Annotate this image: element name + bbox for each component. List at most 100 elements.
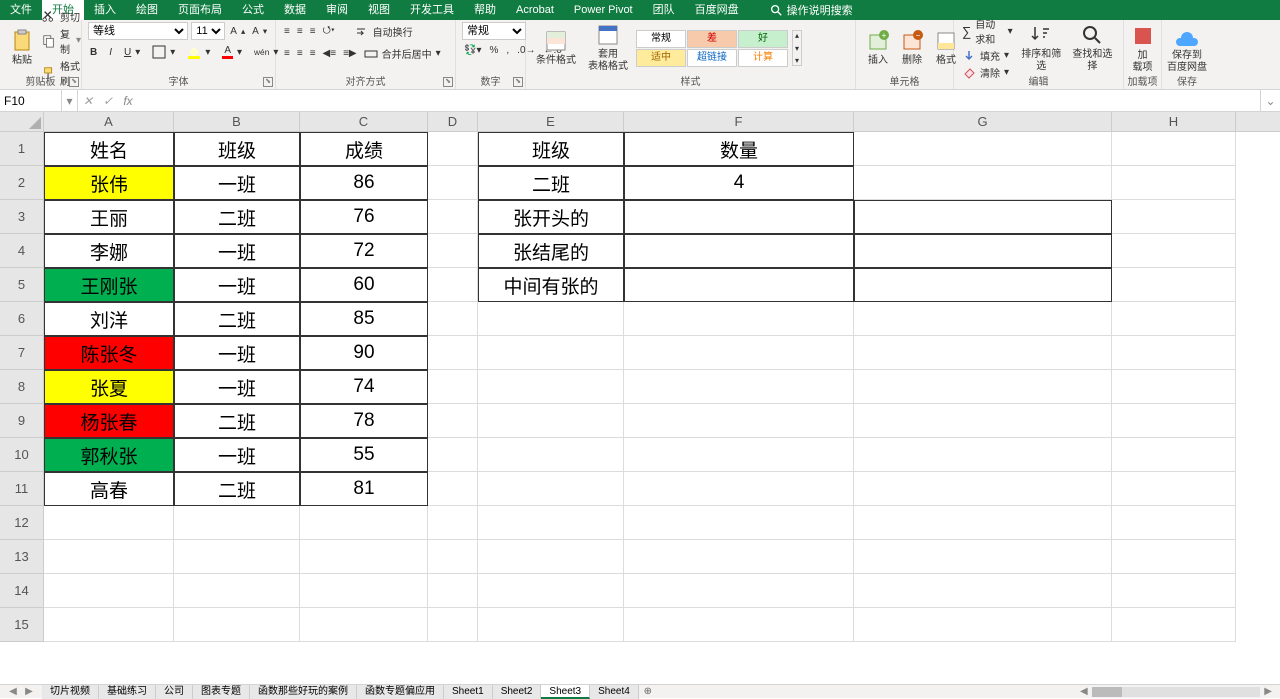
- cell-H3[interactable]: [1112, 200, 1236, 234]
- cell-G11[interactable]: [854, 472, 1112, 506]
- cell-C2[interactable]: 86: [300, 166, 428, 200]
- ribbon-tab-6[interactable]: 数据: [274, 0, 316, 20]
- cell-D5[interactable]: [428, 268, 478, 302]
- ribbon-tab-3[interactable]: 绘图: [126, 0, 168, 20]
- sheet-tab-0[interactable]: 切片视频: [42, 685, 99, 699]
- col-header-F[interactable]: F: [624, 112, 854, 132]
- cell-F8[interactable]: [624, 370, 854, 404]
- cell-H6[interactable]: [1112, 302, 1236, 336]
- cell-G10[interactable]: [854, 438, 1112, 472]
- align-bottom-button[interactable]: ≡: [308, 25, 318, 38]
- cell-H5[interactable]: [1112, 268, 1236, 302]
- sort-filter-button[interactable]: 排序和筛选: [1017, 21, 1066, 75]
- cell-G12[interactable]: [854, 506, 1112, 540]
- sheet-tab-1[interactable]: 基础练习: [99, 685, 156, 699]
- cell-E5[interactable]: 中间有张的: [478, 268, 624, 302]
- cell-G4[interactable]: [854, 234, 1112, 268]
- row-header-2[interactable]: 2: [0, 166, 43, 200]
- cell-F12[interactable]: [624, 506, 854, 540]
- hscroll-thumb[interactable]: [1092, 687, 1122, 697]
- select-all-corner[interactable]: [0, 112, 44, 132]
- row-header-6[interactable]: 6: [0, 302, 43, 336]
- ribbon-tab-9[interactable]: 开发工具: [400, 0, 464, 20]
- cell-G15[interactable]: [854, 608, 1112, 642]
- accounting-button[interactable]: 💱▾: [462, 44, 483, 57]
- worksheet-grid[interactable]: ABCDEFGH 123456789101112131415 姓名班级成绩班级数…: [0, 112, 1280, 684]
- cell-C15[interactable]: [300, 608, 428, 642]
- cell-A9[interactable]: 杨张春: [44, 404, 174, 438]
- cell-B6[interactable]: 二班: [174, 302, 300, 336]
- style-gallery[interactable]: 常规差好适中超链接计算: [636, 30, 788, 67]
- font-size-select[interactable]: 11: [191, 22, 225, 40]
- font-name-select[interactable]: 等线: [88, 22, 188, 40]
- underline-button[interactable]: U▾: [122, 46, 142, 59]
- sheet-nav-prev[interactable]: ◀: [6, 686, 20, 697]
- cell-F9[interactable]: [624, 404, 854, 438]
- cell-A15[interactable]: [44, 608, 174, 642]
- align-center-button[interactable]: ≡: [295, 47, 305, 60]
- sheet-tab-6[interactable]: Sheet1: [444, 685, 493, 699]
- style-scroll-up[interactable]: ▴: [793, 31, 801, 40]
- merge-button[interactable]: 合并后居中▾: [362, 45, 443, 62]
- cell-F6[interactable]: [624, 302, 854, 336]
- cell-E9[interactable]: [478, 404, 624, 438]
- cell-E14[interactable]: [478, 574, 624, 608]
- cell-H13[interactable]: [1112, 540, 1236, 574]
- cell-H7[interactable]: [1112, 336, 1236, 370]
- formula-bar-expand[interactable]: ⌄: [1260, 90, 1280, 111]
- ribbon-tab-0[interactable]: 文件: [0, 0, 42, 20]
- cell-E6[interactable]: [478, 302, 624, 336]
- cell-A7[interactable]: 陈张冬: [44, 336, 174, 370]
- cell-A14[interactable]: [44, 574, 174, 608]
- style-cell-4[interactable]: 超链接: [687, 49, 737, 67]
- style-cell-5[interactable]: 计算: [738, 49, 788, 67]
- cell-B8[interactable]: 一班: [174, 370, 300, 404]
- cell-C3[interactable]: 76: [300, 200, 428, 234]
- ribbon-tab-14[interactable]: 百度网盘: [685, 0, 749, 20]
- fill-button[interactable]: 填充▾: [960, 47, 1015, 64]
- cell-E10[interactable]: [478, 438, 624, 472]
- align-top-button[interactable]: ≡: [282, 25, 292, 38]
- row-header-7[interactable]: 7: [0, 336, 43, 370]
- cell-F5[interactable]: [624, 268, 854, 302]
- ribbon-tab-10[interactable]: 帮助: [464, 0, 506, 20]
- font-color-button[interactable]: A▾: [220, 44, 244, 60]
- save-baidu-button[interactable]: 保存到 百度网盘: [1168, 22, 1206, 76]
- cell-C10[interactable]: 55: [300, 438, 428, 472]
- col-header-A[interactable]: A: [44, 112, 174, 132]
- cell-H8[interactable]: [1112, 370, 1236, 404]
- col-header-E[interactable]: E: [478, 112, 624, 132]
- hscroll-right[interactable]: ▶: [1264, 686, 1272, 697]
- cell-G5[interactable]: [854, 268, 1112, 302]
- cell-F13[interactable]: [624, 540, 854, 574]
- cell-G7[interactable]: [854, 336, 1112, 370]
- style-more[interactable]: ▾: [793, 56, 801, 65]
- cell-B14[interactable]: [174, 574, 300, 608]
- ribbon-tab-13[interactable]: 团队: [643, 0, 685, 20]
- cell-D9[interactable]: [428, 404, 478, 438]
- cell-F7[interactable]: [624, 336, 854, 370]
- border-button[interactable]: ▾: [150, 44, 177, 60]
- copy-button[interactable]: 复制▾: [40, 25, 83, 57]
- cell-A2[interactable]: 张伟: [44, 166, 174, 200]
- cell-A8[interactable]: 张夏: [44, 370, 174, 404]
- row-header-3[interactable]: 3: [0, 200, 43, 234]
- cell-E7[interactable]: [478, 336, 624, 370]
- cell-C11[interactable]: 81: [300, 472, 428, 506]
- cell-G1[interactable]: [854, 132, 1112, 166]
- delete-cell-button[interactable]: −删除: [896, 27, 928, 69]
- cell-D4[interactable]: [428, 234, 478, 268]
- ribbon-tab-12[interactable]: Power Pivot: [564, 0, 643, 20]
- cell-F15[interactable]: [624, 608, 854, 642]
- col-header-G[interactable]: G: [854, 112, 1112, 132]
- align-launcher[interactable]: ⬊: [443, 77, 453, 87]
- cell-E15[interactable]: [478, 608, 624, 642]
- cell-H4[interactable]: [1112, 234, 1236, 268]
- name-box-input[interactable]: [4, 94, 57, 108]
- increase-font-button[interactable]: A▴: [228, 25, 247, 38]
- cell-H10[interactable]: [1112, 438, 1236, 472]
- ribbon-tab-8[interactable]: 视图: [358, 0, 400, 20]
- hscroll-left[interactable]: ◀: [1080, 686, 1088, 697]
- col-header-H[interactable]: H: [1112, 112, 1236, 132]
- insert-cell-button[interactable]: +插入: [862, 27, 894, 69]
